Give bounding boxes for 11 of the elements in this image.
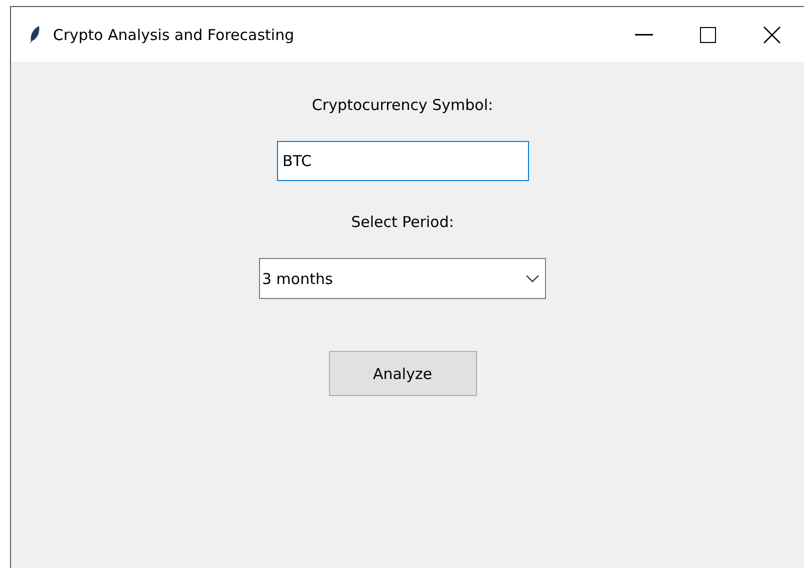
feather-icon <box>29 24 41 44</box>
symbol-input-field[interactable]: BTC <box>276 141 528 181</box>
maximize-icon <box>700 26 716 42</box>
minimize-icon <box>635 34 653 36</box>
chevron-down-icon <box>526 274 539 282</box>
close-icon <box>763 26 781 44</box>
field-label: Select Period: <box>351 212 454 233</box>
window-title: Crypto Analysis and Forecasting <box>53 26 296 44</box>
period-dropdown[interactable]: 3 months <box>259 258 546 299</box>
field-label: Cryptocurrency Symbol: <box>312 95 494 116</box>
analyze-button[interactable]: Analyze <box>328 351 476 396</box>
